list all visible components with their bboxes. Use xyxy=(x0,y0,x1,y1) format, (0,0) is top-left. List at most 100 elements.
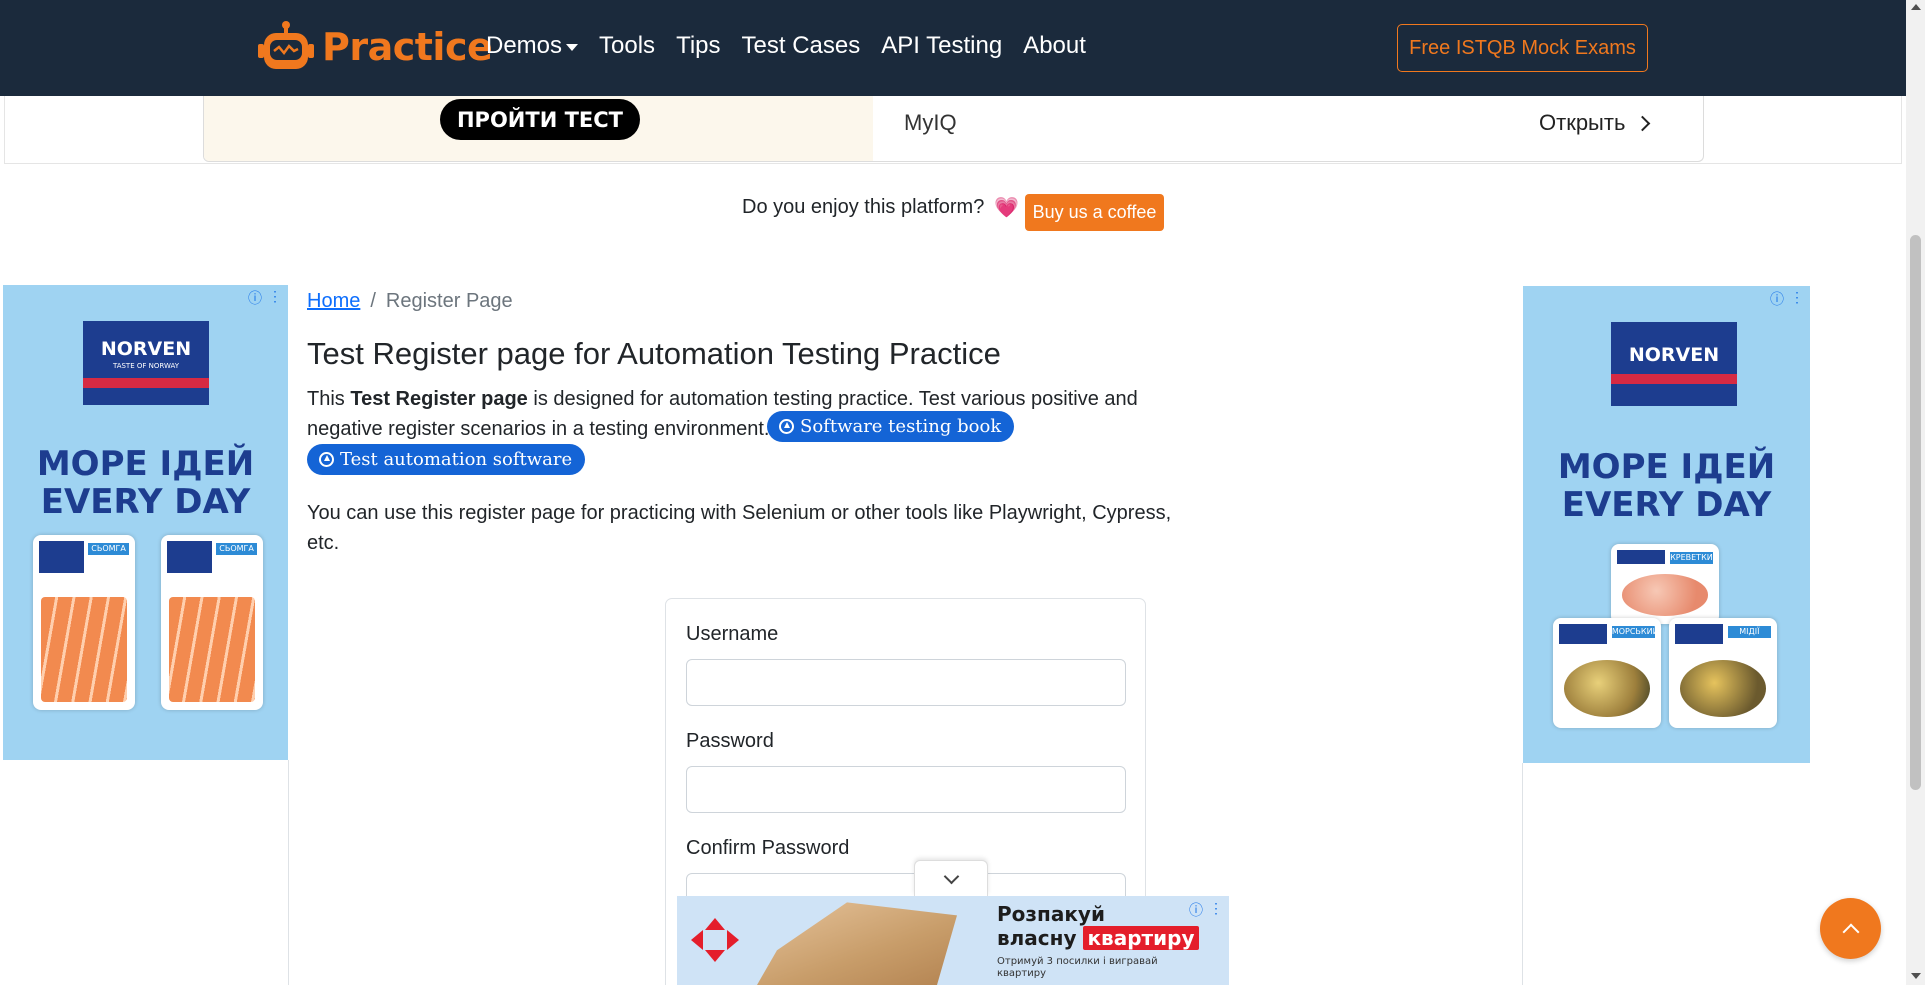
pack-name: КРЕВЕТКИ xyxy=(1669,552,1713,564)
nav-about[interactable]: About xyxy=(1023,32,1086,60)
page-title: Test Register page for Automation Testin… xyxy=(307,336,1001,371)
ad-controls: ⓘ ⋮ xyxy=(1189,900,1223,920)
nav-api-testing[interactable]: API Testing xyxy=(881,32,1002,60)
bottom-ad-line-3: Отримуй 3 посилки і вигравай квартиру xyxy=(997,956,1158,979)
right-side-ad[interactable]: ⓘ ⋮ NORVEN МОРЕ ІДЕЙ EVERY DAY КРЕВЕТКИ … xyxy=(1523,286,1810,763)
bottom-ad-line-2a: власну xyxy=(997,926,1077,950)
heart-icon: 💗 xyxy=(994,197,1020,219)
back-to-top-button[interactable] xyxy=(1820,898,1881,959)
top-ad-banner[interactable]: ПРОЙТИ ТЕСТ MyIQ Открыть xyxy=(203,96,1704,162)
nav-test-cases[interactable]: Test Cases xyxy=(742,32,861,60)
password-label: Password xyxy=(686,730,774,752)
istqb-mock-exams-button[interactable]: Free ISTQB Mock Exams xyxy=(1397,24,1648,72)
ad-brand-logo: NORVEN TASTE OF NORWAY xyxy=(83,321,209,405)
ad-info-icon[interactable]: ⓘ xyxy=(248,288,262,308)
pack-food-image xyxy=(1563,659,1651,717)
arrow-circle-icon xyxy=(319,452,334,467)
test-automation-software-link[interactable]: Test automation software xyxy=(307,444,586,475)
bottom-sticky-ad[interactable]: Розпакуй власну квартиру Отримуй 3 посил… xyxy=(677,896,1229,985)
ad-menu-icon[interactable]: ⋮ xyxy=(268,288,282,308)
pack-food-image xyxy=(1679,659,1767,717)
top-ad-cta-button[interactable]: ПРОЙТИ ТЕСТ xyxy=(440,99,640,140)
ad-product-pack: МІДІЇ xyxy=(1669,618,1777,728)
ad-product-pack: СЬОМГА xyxy=(33,535,135,710)
ad-controls: ⓘ ⋮ xyxy=(1770,289,1804,309)
scroll-thumb[interactable] xyxy=(1910,235,1921,790)
robot-logo-icon xyxy=(258,21,314,69)
pack-name: СЬОМГА xyxy=(216,543,257,555)
ad-info-icon[interactable]: ⓘ xyxy=(1770,289,1784,309)
ad-headline-2: EVERY DAY xyxy=(40,482,251,522)
pill-label: Software testing book xyxy=(800,416,1002,437)
bottom-ad-highlight: квартиру xyxy=(1083,926,1199,950)
nav-demos-label: Demos xyxy=(486,32,563,59)
usage-paragraph: You can use this register page for pract… xyxy=(307,502,1172,554)
ad-product-pack: КРЕВЕТКИ xyxy=(1611,544,1719,624)
pack-name: МОРСЬКИЙ КОКТЕЙЛЬ xyxy=(1611,626,1659,648)
bottom-ad-line-2: власну квартиру xyxy=(997,926,1199,950)
intro-paragraph: This Test Register page is designed for … xyxy=(307,384,1187,444)
intro-prefix: This xyxy=(307,388,351,410)
ad-headline-1: МОРЕ ІДЕЙ xyxy=(1557,447,1776,487)
column-divider xyxy=(1522,763,1523,985)
breadcrumb-current: Register Page xyxy=(385,290,513,312)
pack-brand-label xyxy=(167,541,212,573)
caret-down-icon xyxy=(566,43,579,51)
column-divider xyxy=(288,760,289,985)
ad-product-pack: МОРСЬКИЙ КОКТЕЙЛЬ xyxy=(1553,618,1661,728)
ad-menu-icon[interactable]: ⋮ xyxy=(1790,289,1804,309)
enjoy-text: Do you enjoy this platform? xyxy=(742,196,985,218)
breadcrumb-home-link[interactable]: Home xyxy=(307,290,360,313)
left-side-ad[interactable]: ⓘ ⋮ NORVEN TASTE OF NORWAY МОРЕ ІДЕЙ EVE… xyxy=(3,285,288,760)
pack-salmon-image xyxy=(169,597,255,702)
ad-brand-name: NORVEN xyxy=(1628,344,1720,366)
brand-link[interactable]: Practice xyxy=(258,20,493,74)
ad-product-pack: СЬОМГА xyxy=(161,535,263,710)
breadcrumb: Home / Register Page xyxy=(307,290,513,313)
arrow-circle-icon xyxy=(779,419,794,434)
page-scrollbar[interactable] xyxy=(1906,0,1925,985)
breadcrumb-separator: / xyxy=(370,290,376,312)
username-input[interactable] xyxy=(686,659,1126,706)
confirm-password-label: Confirm Password xyxy=(686,837,850,859)
pack-name: МІДІЇ xyxy=(1727,626,1771,638)
password-input[interactable] xyxy=(686,766,1126,813)
pack-name: СЬОМГА xyxy=(88,543,129,555)
nova-poshta-logo-icon xyxy=(691,918,739,962)
navbar: Practice Demos Tools Tips Test Cases API… xyxy=(0,0,1906,96)
nav-tips[interactable]: Tips xyxy=(676,32,720,60)
ad-controls: ⓘ ⋮ xyxy=(248,288,282,308)
ad-headline-2: EVERY DAY xyxy=(1561,485,1772,525)
enjoy-prompt: Do you enjoy this platform? 💗 xyxy=(742,195,1019,220)
ad-menu-icon[interactable]: ⋮ xyxy=(1209,900,1223,920)
buy-coffee-button[interactable]: Buy us a coffee xyxy=(1025,194,1164,231)
top-ad-left-panel: ПРОЙТИ ТЕСТ xyxy=(204,96,873,161)
nav-tools[interactable]: Tools xyxy=(599,32,655,60)
bottom-ad-line-1: Розпакуй xyxy=(997,902,1105,926)
ad-brand-ribbon xyxy=(1611,374,1737,384)
ad-brand-name: NORVEN xyxy=(100,338,192,360)
top-ad-advertiser: MyIQ xyxy=(904,110,957,135)
ad-info-icon[interactable]: ⓘ xyxy=(1189,900,1203,920)
scroll-down-arrow-icon[interactable] xyxy=(1911,973,1921,979)
nav-links: Demos Tools Tips Test Cases API Testing … xyxy=(486,32,1107,60)
intro-bold: Test Register page xyxy=(350,388,528,410)
ad-boxes-image xyxy=(757,902,957,985)
pill-label: Test automation software xyxy=(340,449,573,470)
ad-brand-sub: TASTE OF NORWAY xyxy=(112,362,180,370)
pack-food-image xyxy=(1621,574,1709,616)
nav-demos-dropdown[interactable]: Demos xyxy=(486,32,579,60)
ad-headline-1: МОРЕ ІДЕЙ xyxy=(36,444,255,484)
pack-brand-label xyxy=(39,541,84,573)
top-ad-open-label: Открыть xyxy=(1539,110,1626,135)
top-ad-open-link[interactable]: Открыть xyxy=(1539,110,1651,136)
ad-collapse-toggle[interactable] xyxy=(914,860,988,896)
pack-salmon-image xyxy=(41,597,127,702)
scroll-up-arrow-icon[interactable] xyxy=(1911,4,1921,10)
pack-brand-label xyxy=(1675,624,1723,644)
software-testing-book-link[interactable]: Software testing book xyxy=(767,411,1015,442)
ad-brand-logo: NORVEN xyxy=(1611,322,1737,406)
chevron-up-icon xyxy=(1842,923,1859,940)
username-label: Username xyxy=(686,623,779,645)
brand-name: Practice xyxy=(322,25,493,69)
